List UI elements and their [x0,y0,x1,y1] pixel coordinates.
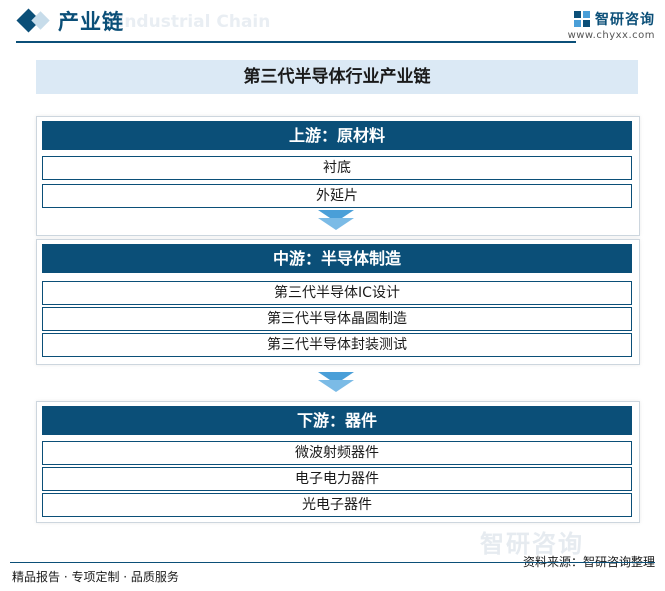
chain-item: 外延片 [42,184,632,208]
footer-divider [10,562,655,563]
section-midstream: 中游：半导体制造 第三代半导体IC设计 第三代半导体晶圆制造 第三代半导体封装测… [36,239,640,365]
section-heading: 下游：器件 [42,406,632,435]
chain-item: 电子电力器件 [42,467,632,491]
footer-tagline: 精品报告 · 专项定制 · 品质服务 [12,570,179,584]
logo-url: www.chyxx.com [567,30,655,41]
section-heading: 上游：原材料 [42,121,632,150]
logo-icon [574,11,590,27]
down-arrow-icon [318,210,354,230]
header-divider [16,41,576,43]
chain-item: 衬底 [42,156,632,180]
logo: 智研咨询 www.chyxx.com [568,9,655,41]
chain-item: 第三代半导体封装测试 [42,333,632,357]
header-title: 产业链 [58,10,124,34]
chain-item: 微波射频器件 [42,441,632,465]
chain-item: 第三代半导体晶圆制造 [42,307,632,331]
diagram-title: 第三代半导体行业产业链 [36,60,638,94]
down-arrow-icon [318,372,354,392]
page-header: Industrial Chain 产业链 智研咨询 www.chyxx.com [0,0,665,44]
chain-item: 第三代半导体IC设计 [42,281,632,305]
section-heading: 中游：半导体制造 [42,244,632,273]
chain-item: 光电子器件 [42,493,632,517]
logo-name: 智研咨询 [595,12,655,28]
section-downstream: 下游：器件 微波射频器件 电子电力器件 光电子器件 [36,401,640,523]
header-watermark: Industrial Chain [118,12,271,32]
